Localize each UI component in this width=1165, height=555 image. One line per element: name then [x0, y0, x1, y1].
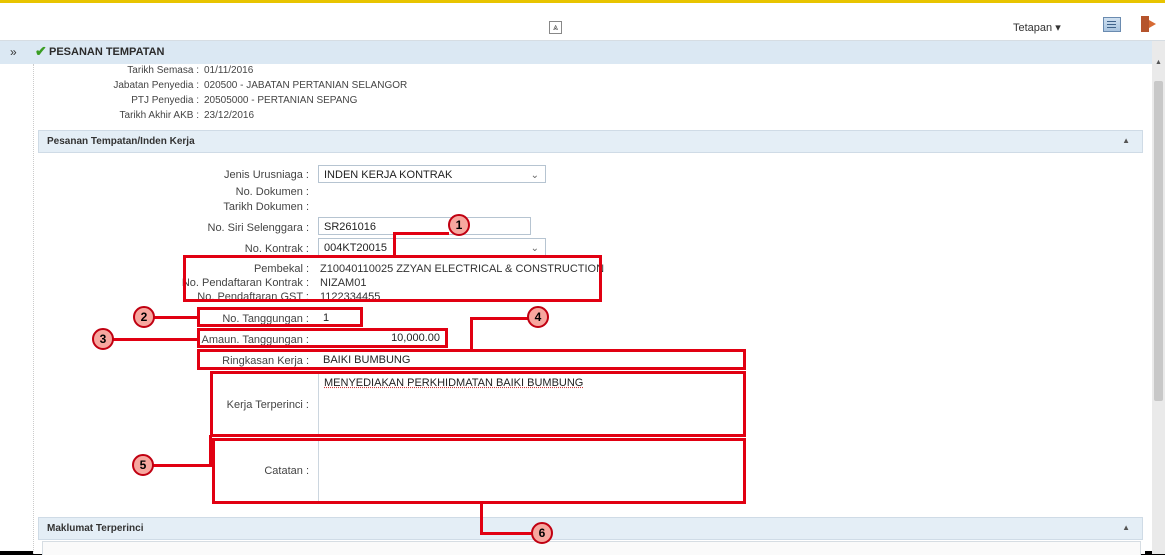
section-title: Pesanan Tempatan/Inden Kerja [47, 136, 195, 147]
annotation-box-3 [197, 328, 448, 348]
callout-2: 2 [133, 306, 155, 328]
scroll-up-icon[interactable]: ▲ [1155, 59, 1162, 66]
annotation-box-1 [183, 255, 602, 302]
annotation-box-kerja [210, 371, 746, 437]
app-frame: ⩓ Tetapan ▾ » ✔ PESANAN TEMPATAN Tarikh … [0, 0, 1165, 555]
chevron-down-icon[interactable]: ⌄ [531, 167, 539, 185]
info-value-tarikh-semasa: 01/11/2016 [204, 65, 254, 76]
connector-line-6b [480, 532, 532, 535]
annotation-box-4 [197, 349, 746, 370]
callout-1: 1 [448, 214, 470, 236]
annotation-box-2 [197, 307, 363, 327]
connector-line-6a [480, 503, 483, 534]
list-view-icon[interactable] [1103, 17, 1121, 32]
vertical-scrollbar[interactable]: ▲ [1152, 41, 1165, 554]
info-label-jabatan: Jabatan Penyedia : [113, 80, 199, 91]
connector-line-3 [113, 338, 198, 341]
collapse-header-icon[interactable]: ⩓ [549, 21, 562, 34]
section-title: Maklumat Terperinci [47, 523, 144, 534]
logout-icon[interactable] [1141, 16, 1156, 32]
info-label-ptj: PTJ Penyedia : [131, 95, 199, 106]
info-value-tarikh-akhir: 23/12/2016 [204, 110, 255, 121]
connector-line-1b [393, 232, 449, 235]
info-label-tarikh-akhir: Tarikh Akhir AKB : [119, 110, 199, 121]
settings-menu[interactable]: Tetapan ▾ [1013, 21, 1061, 34]
section-pesanan-tempatan[interactable]: Pesanan Tempatan/Inden Kerja ▲ [38, 130, 1143, 153]
jenis-urusniaga-value: INDEN KERJA KONTRAK [324, 169, 453, 181]
info-value-ptj: 20505000 - PERTANIAN SEPANG [204, 95, 358, 106]
no-siri-selenggara-value: SR261016 [324, 221, 376, 233]
callout-5: 5 [132, 454, 154, 476]
jenis-urusniaga-select[interactable]: INDEN KERJA KONTRAK ⌄ [318, 165, 546, 183]
no-kontrak-select[interactable]: 004KT20015 ⌄ [318, 238, 546, 256]
annotation-box-catatan [212, 438, 746, 504]
connector-line-5a [152, 464, 212, 467]
collapse-section-icon[interactable]: ▲ [1122, 136, 1130, 145]
detail-panel [42, 541, 1141, 555]
scrollbar-thumb[interactable] [1154, 81, 1163, 401]
callout-3: 3 [92, 328, 114, 350]
page-header: » ✔ PESANAN TEMPATAN [0, 41, 1152, 64]
connector-line-5b [209, 435, 212, 466]
callout-6: 6 [531, 522, 553, 544]
collapse-section-icon[interactable]: ▲ [1122, 523, 1130, 532]
check-icon: ✔ [35, 43, 47, 59]
tarikh-dokumen-label: Tarikh Dokumen : [223, 201, 309, 213]
connector-line-4a [470, 317, 473, 350]
no-kontrak-label: No. Kontrak : [244, 243, 309, 255]
connector-line-4b [470, 317, 528, 320]
top-toolbar: ⩓ Tetapan ▾ [0, 6, 1165, 41]
expand-sidebar-icon[interactable]: » [10, 45, 17, 59]
no-siri-selenggara-label: No. Siri Selenggara : [207, 222, 310, 234]
callout-4: 4 [527, 306, 549, 328]
page-title: PESANAN TEMPATAN [49, 46, 165, 58]
no-dokumen-label: No. Dokumen : [235, 186, 309, 198]
connector-line-2 [154, 316, 198, 319]
no-kontrak-value: 004KT20015 [324, 242, 387, 254]
info-label-tarikh-semasa: Tarikh Semasa : [127, 65, 199, 76]
info-value-jabatan: 020500 - JABATAN PERTANIAN SELANGOR [204, 80, 408, 91]
jenis-urusniaga-label: Jenis Urusniaga : [224, 169, 309, 181]
connector-line-1a [393, 233, 396, 256]
section-maklumat-terperinci[interactable]: Maklumat Terperinci ▲ [38, 517, 1143, 540]
